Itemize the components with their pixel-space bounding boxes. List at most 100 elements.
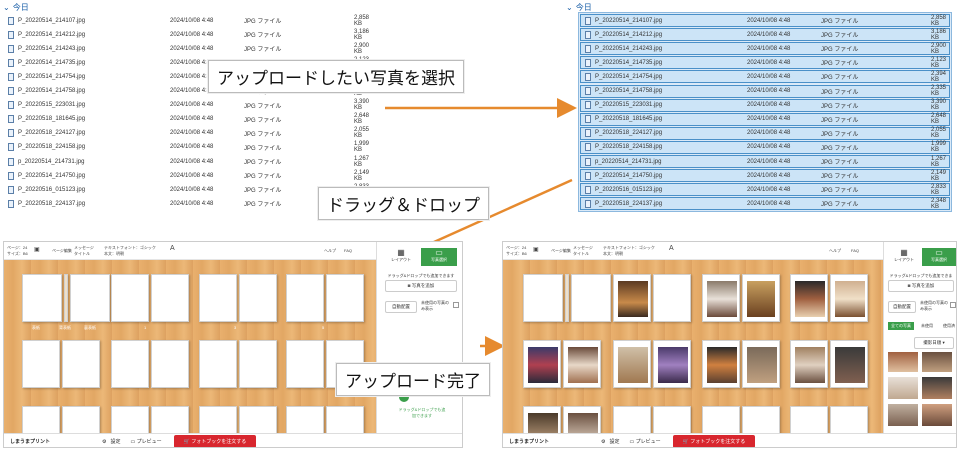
callout-done: アップロード完了 [336, 363, 490, 396]
spread[interactable] [111, 274, 189, 322]
drag-note: ドラッグ&ドロップでも追加できます [398, 407, 446, 418]
spread[interactable] [111, 340, 189, 388]
editor-toolbar: ページ：24 サイズ：B6 ▣ ページ編集 メッセージ タイトル テキストフォン… [503, 242, 883, 260]
filter-used-tab[interactable]: 使用済 [940, 322, 956, 330]
sort-select[interactable]: 撮影日順 ▾ [914, 337, 954, 349]
spine-slot[interactable] [64, 274, 68, 322]
placed-photo[interactable] [746, 280, 776, 318]
help-link[interactable]: ヘルプ [829, 248, 841, 254]
image-icon: ▭ [935, 248, 943, 257]
unused-only-label: 未使用の写真のみ表示 [421, 300, 449, 311]
editor-bottombar: しまうまプリント ⚙ 設定 ▭ プレビュー 🛒 フォトブックを注文する [503, 433, 956, 447]
layout-icon: ▦ [397, 248, 405, 257]
camera-icon: ◙ [407, 283, 411, 288]
thumbnail[interactable] [888, 352, 918, 372]
save-icon[interactable]: ▣ [34, 246, 40, 253]
spread[interactable] [199, 274, 277, 322]
order-button[interactable]: 🛒 フォトブックを注文する [672, 435, 756, 447]
placed-photo[interactable] [794, 346, 826, 384]
page-number: 3 [234, 325, 237, 330]
page-number: 1 [144, 325, 147, 330]
thumbnail[interactable] [888, 377, 918, 399]
side-panel: ▦ レイアウト ▭ 写真選択 ドラッグ&ドロップでも追加できます ◙ 写真を追加… [883, 242, 956, 433]
book-size: サイズ：B6 [506, 251, 527, 256]
brand-logo: しまうまプリント [10, 439, 51, 445]
help-link[interactable]: ヘルプ [324, 248, 336, 254]
page-edit-button[interactable]: ページ編集 [551, 248, 571, 254]
page-number: 裏表紙 [84, 325, 96, 330]
thumbnail[interactable] [888, 404, 918, 426]
camera-icon: ◙ [907, 283, 911, 288]
placed-photo[interactable] [657, 346, 689, 384]
body-font-setting[interactable]: 本文：明朝 [104, 251, 124, 257]
placed-photo[interactable] [617, 280, 649, 318]
settings-icon[interactable]: ⚙ [102, 439, 106, 445]
placed-photo[interactable] [834, 346, 866, 384]
tab-layout[interactable]: ▦ レイアウト [888, 248, 920, 266]
spread[interactable] [22, 340, 100, 388]
faq-link[interactable]: FAQ [851, 248, 859, 253]
page-slot[interactable] [70, 274, 110, 322]
tab-layout[interactable]: ▦ レイアウト [383, 248, 419, 266]
text-size-icon[interactable]: A [170, 245, 175, 252]
preview-button[interactable]: ▭ プレビュー [131, 438, 162, 445]
title-toggle[interactable]: タイトル [74, 251, 90, 257]
layout-icon: ▦ [900, 248, 908, 257]
thumbnail[interactable] [922, 404, 952, 426]
image-icon: ▭ [435, 248, 443, 257]
add-photo-button[interactable]: ◙ 写真を追加 [888, 280, 954, 292]
settings-label: 設定 [110, 439, 121, 445]
filter-unused-tab[interactable]: 未使用 [918, 322, 936, 330]
page-number: 背表紙 [59, 325, 71, 330]
placed-photo[interactable] [617, 346, 649, 384]
save-icon[interactable]: ▣ [533, 246, 539, 253]
page-number: 表紙 [32, 325, 40, 330]
order-button[interactable]: 🛒 フォトブックを注文する [173, 435, 257, 447]
placed-photo[interactable] [706, 280, 738, 318]
editor-after: ページ：24 サイズ：B6 ▣ ページ編集 メッセージ タイトル テキストフォン… [502, 241, 957, 448]
thumbnail[interactable] [922, 377, 952, 399]
settings-label: 設定 [609, 439, 620, 445]
editor-toolbar: ページ：24 サイズ：B6 ▣ ページ編集 メッセージ タイトル テキストフォン… [4, 242, 376, 260]
thumbnail[interactable] [922, 352, 952, 372]
add-photo-button[interactable]: ◙ 写真を追加 [385, 280, 457, 292]
placed-photo[interactable] [706, 346, 738, 384]
spread-canvas [503, 260, 883, 446]
spread[interactable] [199, 340, 277, 388]
callout-drag: ドラッグ＆ドロップ [318, 187, 489, 220]
title-toggle[interactable]: タイトル [573, 251, 589, 257]
photo-filter-tabs: 全ての写真 未使用 使用済 [888, 322, 956, 330]
body-font-setting[interactable]: 本文：明朝 [603, 251, 623, 257]
spread-canvas: 表紙 背表紙 裏表紙 1 3 5 [4, 260, 376, 446]
unused-only-checkbox[interactable] [453, 302, 459, 308]
drop-hint: ドラッグ&ドロップでも追加できます [387, 273, 455, 278]
placed-photo[interactable] [746, 346, 778, 384]
tab-photo[interactable]: ▭ 写真選択 [421, 248, 457, 266]
settings-icon[interactable]: ⚙ [601, 439, 605, 445]
brand-logo: しまうまプリント [509, 439, 550, 445]
filter-all-tab[interactable]: 全ての写真 [888, 322, 914, 330]
placed-photo[interactable] [834, 280, 866, 318]
placed-photo[interactable] [567, 346, 599, 384]
faq-link[interactable]: FAQ [344, 248, 352, 253]
tab-photo[interactable]: ▭ 写真選択 [922, 248, 956, 266]
spread-cover[interactable] [523, 274, 611, 322]
callout-select: アップロードしたい写真を選択 [208, 60, 464, 93]
auto-place-button[interactable]: 自動配置 [888, 301, 916, 313]
unused-only-label: 未使用の写真のみ表示 [920, 300, 948, 311]
page-number: 5 [322, 325, 325, 330]
spread[interactable] [286, 274, 364, 322]
auto-place-button[interactable]: 自動配置 [385, 301, 417, 313]
page-edit-button[interactable]: ページ編集 [52, 248, 72, 254]
side-panel: ▦ レイアウト ▭ 写真選択 ドラッグ&ドロップでも追加できます ◙ 写真を追加… [376, 242, 462, 433]
preview-button[interactable]: ▭ プレビュー [630, 438, 661, 445]
spread-cover[interactable] [22, 274, 110, 322]
text-size-icon[interactable]: A [669, 245, 674, 252]
book-size: サイズ：B6 [7, 251, 28, 256]
placed-photo[interactable] [527, 346, 559, 384]
editor-before: ページ：24 サイズ：B6 ▣ ページ編集 メッセージ タイトル テキストフォン… [3, 241, 463, 448]
unused-only-checkbox[interactable] [950, 302, 956, 308]
placed-photo[interactable] [794, 280, 826, 318]
editor-bottombar: しまうまプリント ⚙ 設定 ▭ プレビュー 🛒 フォトブックを注文する [4, 433, 462, 447]
page-slot[interactable] [22, 274, 62, 322]
